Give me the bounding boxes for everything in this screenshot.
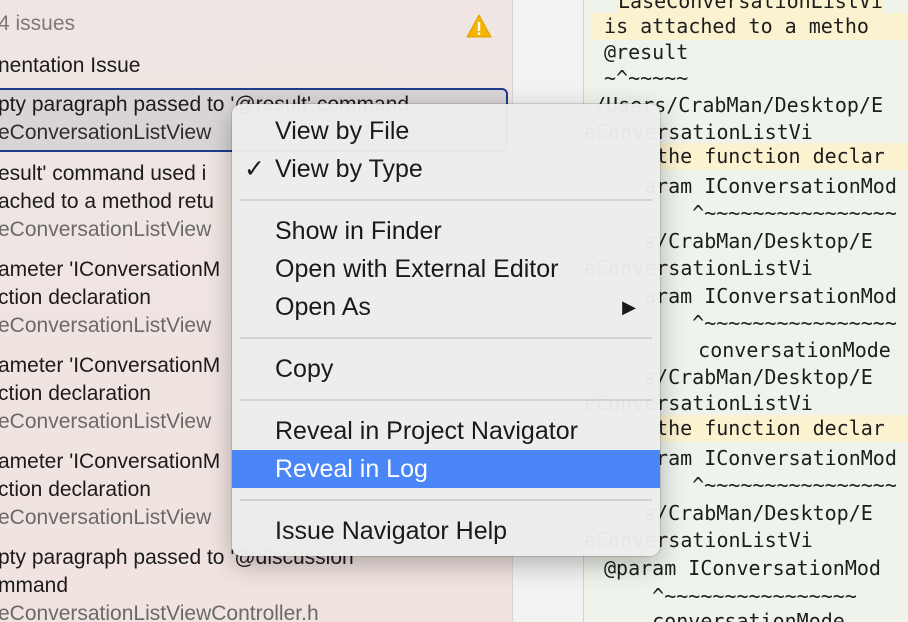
issue-row-4-file[interactable]: eConversationListView [0,410,211,434]
issue-row-3-text[interactable]: ameter 'IConversationM [0,258,220,282]
issue-row-5-text2[interactable]: ction declaration [0,478,151,502]
log-line: ^~~~~~~~~~~~~~~~~ [644,473,897,497]
menu-item-label: Issue Navigator Help [275,517,508,545]
issue-row-4-text[interactable]: ameter 'IConversationM [0,354,220,378]
log-line: the function declar [644,415,908,442]
log-line: s/CrabMan/Desktop/E [644,229,873,253]
log-line: is attached to a metho [592,13,908,40]
context-menu: View by File ✓ View by Type Show in Find… [232,104,660,556]
log-line: @param IConversationMod [604,556,881,580]
menu-item-copy[interactable]: Copy [232,350,660,388]
issue-row-6-text2[interactable]: mmand [0,574,68,598]
menu-item-label: View by File [275,117,410,145]
menu-item-label: Show in Finder [275,217,442,245]
menu-item-label: Copy [275,355,334,383]
issue-row-3-file[interactable]: eConversationListView [0,314,211,338]
log-line: conversationMode [650,338,891,362]
log-line: ^~~~~~~~~~~~~~~~~ [644,201,897,225]
menu-item-label: Reveal in Project Navigator [275,417,578,445]
menu-item-open-external-editor[interactable]: Open with External Editor [232,250,660,288]
log-line: ^~~~~~~~~~~~~~~~~ [604,584,857,608]
issue-row-2-text2[interactable]: ached to a method retu [0,190,214,214]
log-line: ^~~~~~~~~~~~~~~~~ [644,311,897,335]
menu-separator [240,499,652,501]
menu-item-view-by-file[interactable]: View by File [232,112,660,150]
menu-item-label: View by Type [275,155,423,183]
menu-item-label: Reveal in Log [275,455,428,483]
menu-item-show-in-finder[interactable]: Show in Finder [232,212,660,250]
log-line: aram IConversationMod [644,446,897,470]
issue-row-3-text2[interactable]: ction declaration [0,286,151,310]
log-line: @result [604,40,689,64]
menu-separator [240,199,652,201]
menu-item-label: Open with External Editor [275,255,559,283]
issue-row-1-file[interactable]: eConversationListView [0,121,211,145]
log-line: s/CrabMan/Desktop/E [644,501,873,525]
menu-separator [240,337,652,339]
log-line: aram IConversationMod [644,174,897,198]
menu-item-label: Open As [275,293,371,321]
log-line: ~^~~~~~ [604,66,689,90]
log-line: aram IConversationMod [644,284,897,308]
menu-item-reveal-in-log[interactable]: Reveal in Log [232,450,660,488]
menu-item-view-by-type[interactable]: ✓ View by Type [232,150,660,188]
submenu-arrow-icon: ▶ [622,297,636,317]
menu-item-open-as[interactable]: Open As ▶ [232,288,660,326]
group-title[interactable]: nentation Issue [0,54,140,78]
checkmark-icon: ✓ [244,155,265,183]
menu-item-reveal-in-project-navigator[interactable]: Reveal in Project Navigator [232,412,660,450]
log-line: the function declar [644,143,908,170]
issue-row-2-text[interactable]: esult' command used i [0,162,206,186]
log-line: conversationMode [604,609,845,622]
issue-row-4-text2[interactable]: ction declaration [0,382,151,406]
issue-row-5-file[interactable]: eConversationListView [0,506,211,530]
issue-row-6-file[interactable]: eConversationListViewController.h [0,602,319,622]
issue-count: 4 issues [0,12,76,35]
menu-item-issue-navigator-help[interactable]: Issue Navigator Help [232,512,660,550]
issue-row-2-file[interactable]: eConversationListView [0,218,211,242]
warning-icon [466,14,492,38]
issue-row-5-text[interactable]: ameter 'IConversationM [0,450,220,474]
menu-separator [240,399,652,401]
log-line: s/CrabMan/Desktop/E [644,365,873,389]
